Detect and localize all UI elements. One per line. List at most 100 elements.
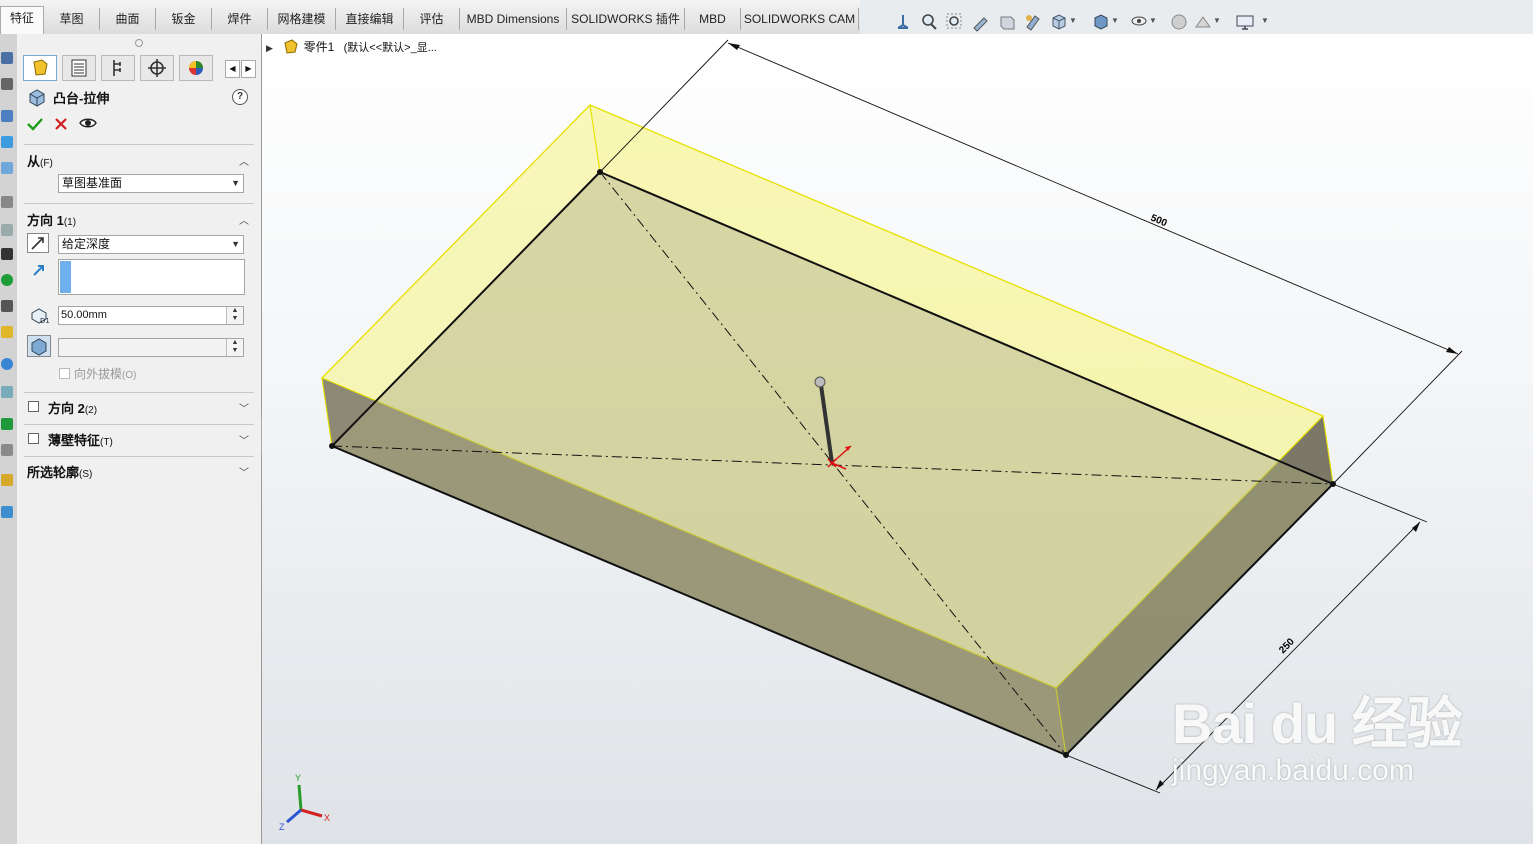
view-settings-icon[interactable] xyxy=(1235,12,1255,32)
divider xyxy=(24,456,254,457)
from-start-condition-select[interactable]: 草图基准面 ▼ xyxy=(58,174,244,193)
divider xyxy=(24,144,254,145)
location-pin-icon[interactable] xyxy=(1,274,13,286)
tab-property-manager[interactable] xyxy=(62,55,96,81)
graphics-viewport[interactable]: ▶ 零件1 (默认<<默认>_显... 500 250 Y X Z Bai du… xyxy=(262,34,1533,844)
ruler-icon[interactable] xyxy=(1,248,13,260)
preview-eye-icon[interactable] xyxy=(79,116,97,130)
direction-vector-icon xyxy=(33,265,44,276)
zoom-to-area-icon[interactable] xyxy=(945,12,965,32)
thin-feature-section-header[interactable]: 薄壁特征(T) xyxy=(48,430,113,449)
apply-scene-icon[interactable] xyxy=(1193,12,1213,32)
chevron-down-icon[interactable]: ▼ xyxy=(1149,16,1157,25)
tab-sheet-metal[interactable]: 钣金 xyxy=(156,8,212,30)
depth-spinner[interactable]: ▲ ▼ xyxy=(226,307,243,324)
zoom-to-fit-icon[interactable] xyxy=(919,12,939,32)
depth-input[interactable]: 50.00mm ▲ ▼ xyxy=(58,306,244,325)
chevron-down-icon[interactable]: ▼ xyxy=(1111,16,1119,25)
direction2-section-header[interactable]: 方向 2(2) xyxy=(48,398,97,417)
chevron-up-icon[interactable]: ︿ xyxy=(239,212,249,227)
tab-evaluate[interactable]: 评估 xyxy=(404,8,460,30)
tabs-scroll-right-button[interactable]: ▶ xyxy=(241,60,256,78)
draft-angle-spinner[interactable]: ▲ ▼ xyxy=(226,339,243,356)
direction1-section-header[interactable]: 方向 1(1) xyxy=(27,210,76,229)
direction2-checkbox[interactable] xyxy=(28,401,39,412)
reverse-direction-button[interactable] xyxy=(27,233,49,253)
gear-icon[interactable] xyxy=(1,196,13,208)
direction-reference-selection-box[interactable] xyxy=(58,259,245,295)
chevron-down-icon[interactable]: ﹀ xyxy=(239,432,249,447)
end-condition-select[interactable]: 给定深度 ▼ xyxy=(58,235,244,254)
chevron-down-icon: ▼ xyxy=(231,178,240,188)
tools-icon[interactable] xyxy=(1,224,13,236)
previous-view-icon[interactable] xyxy=(971,12,991,32)
command-manager-tabs: 特征 草图 曲面 钣金 焊件 网格建模 直接编辑 评估 MBD Dimensio… xyxy=(0,0,860,35)
reverse-direction-icon xyxy=(31,237,44,250)
monitor-icon[interactable] xyxy=(1,110,13,122)
cancel-x-icon[interactable] xyxy=(54,117,68,131)
chevron-down-icon[interactable]: ﹀ xyxy=(239,464,249,479)
accept-check-icon[interactable] xyxy=(26,116,44,132)
configuration-icon xyxy=(113,60,121,76)
triad-x-label: X xyxy=(324,813,330,823)
design-library-icon[interactable] xyxy=(1,474,13,486)
spreadsheet-icon[interactable] xyxy=(1,418,13,430)
draft-toggle-button[interactable] xyxy=(27,335,51,357)
property-manager-panel: ◀ ▶ 凸台-拉伸 ? 从(F) ︿ 草图基准面 ▼ 方向 1(1) ︿ 给定深度… xyxy=(17,34,262,844)
panel-grip-icon[interactable] xyxy=(135,39,143,47)
extrude-boss-icon xyxy=(29,89,45,107)
draft-outward-label: 向外拔模(O) xyxy=(74,367,137,381)
selection-active-indicator xyxy=(60,261,71,293)
display-style-icon[interactable] xyxy=(1091,12,1111,32)
edit-appearance-icon[interactable] xyxy=(1169,12,1189,32)
thin-feature-checkbox[interactable] xyxy=(28,433,39,444)
chevron-down-icon: ▼ xyxy=(231,239,240,249)
chevron-up-icon[interactable]: ︿ xyxy=(239,153,249,168)
tab-display-manager[interactable] xyxy=(179,55,213,81)
tabs-scroll-left-button[interactable]: ◀ xyxy=(225,60,240,78)
globe-icon[interactable] xyxy=(1,358,13,370)
draft-outward-checkbox[interactable] xyxy=(59,368,70,379)
drag-handle-icon[interactable] xyxy=(814,376,826,388)
assembly-icon[interactable] xyxy=(1,136,13,148)
triad-z-label: Z xyxy=(279,822,285,832)
chevron-down-icon[interactable]: ﹀ xyxy=(239,400,249,415)
extrude-boss-icon[interactable] xyxy=(1,52,13,64)
from-section-header[interactable]: 从(F) xyxy=(27,151,53,170)
selected-contours-section-header[interactable]: 所选轮廓(S) xyxy=(27,462,92,481)
tab-solidworks-cam[interactable]: SOLIDWORKS CAM xyxy=(741,8,859,30)
part-feature-icon xyxy=(33,59,48,76)
report-icon[interactable] xyxy=(1,506,13,518)
hide-show-items-icon[interactable] xyxy=(1129,12,1149,32)
tab-features[interactable]: 特征 xyxy=(0,6,44,34)
part-icon[interactable] xyxy=(1,162,13,174)
view-orientation-cube-icon[interactable] xyxy=(1049,12,1069,32)
tab-solidworks-addins[interactable]: SOLIDWORKS 插件 xyxy=(567,8,685,30)
reference-triad[interactable]: Y X Z xyxy=(279,773,330,832)
tab-mbd-dimensions[interactable]: MBD Dimensions xyxy=(460,8,567,30)
tab-sketch[interactable]: 草图 xyxy=(44,8,100,30)
tab-feature-manager[interactable] xyxy=(23,55,57,81)
tab-surfaces[interactable]: 曲面 xyxy=(100,8,156,30)
weldment-icon[interactable] xyxy=(1,326,13,338)
chevron-down-icon[interactable]: ▼ xyxy=(1213,16,1221,25)
divider xyxy=(24,203,254,204)
chevron-down-icon[interactable]: ▼ xyxy=(1261,16,1269,25)
view-orientation-icon[interactable] xyxy=(893,12,913,32)
tab-weldments[interactable]: 焊件 xyxy=(212,8,268,30)
printer-icon[interactable] xyxy=(1,444,13,456)
help-icon[interactable]: ? xyxy=(232,89,248,105)
section-view-icon[interactable] xyxy=(997,12,1017,32)
tab-mbd[interactable]: MBD xyxy=(685,8,741,30)
tab-dimxpert-manager[interactable] xyxy=(140,55,174,81)
tab-mesh-modeling[interactable]: 网格建模 xyxy=(268,8,336,30)
chevron-down-icon[interactable]: ▼ xyxy=(1069,16,1077,25)
sketch-vertex[interactable] xyxy=(329,443,335,449)
network-icon[interactable] xyxy=(1,386,13,398)
draft-angle-input[interactable]: ▲ ▼ xyxy=(58,338,244,357)
smart-dimension-icon[interactable] xyxy=(1,78,13,90)
dynamic-annotation-icon[interactable] xyxy=(1023,12,1043,32)
tab-configuration-manager[interactable] xyxy=(101,55,135,81)
spring-icon[interactable] xyxy=(1,300,13,312)
tab-direct-editing[interactable]: 直接编辑 xyxy=(336,8,404,30)
